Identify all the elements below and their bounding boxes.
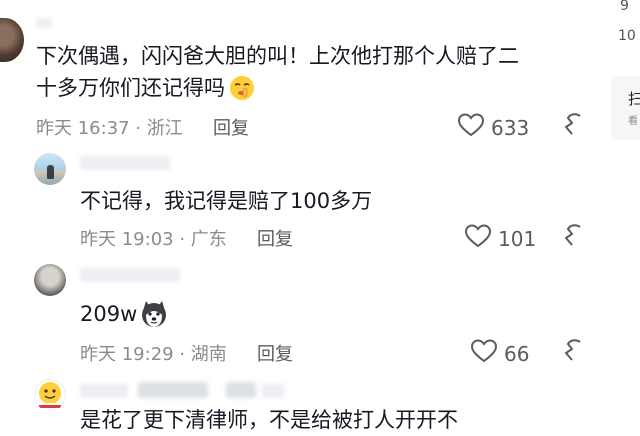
reply-button[interactable]: 回复 [257,225,293,251]
like-count: 633 [491,115,530,140]
username-blurred[interactable] [80,384,128,398]
username-blurred[interactable] [226,382,256,398]
broken-heart-icon [562,113,582,142]
username-blurred[interactable] [36,18,52,28]
dislike-button[interactable] [562,223,582,253]
comment-meta: 昨天 16:37 · 浙江 [36,118,183,139]
like-count: 101 [498,226,537,251]
person-silhouette-icon [47,165,54,179]
like-button[interactable]: 633 [457,112,529,143]
side-panel-sublabel: 看 [628,116,638,127]
broken-heart-icon [562,224,582,253]
dislike-button[interactable] [562,338,582,368]
husky-dog-icon [139,299,169,329]
like-button[interactable]: 101 [464,223,536,254]
heart-icon [457,112,485,143]
reply-button[interactable]: 回复 [213,114,249,140]
dislike-button[interactable] [562,112,582,142]
side-panel[interactable]: 扫 看 [611,76,640,140]
face-with-text-icon [34,379,66,411]
username-blurred[interactable] [138,382,208,398]
comment-text: 不记得，我记得是赔了100多万 [80,189,373,213]
comment-text-line: 下次偶遇，闪闪爸大胆的叫！上次他打那个人赔了二 [36,44,519,68]
shushing-face-icon [229,75,255,101]
avatar[interactable] [34,153,66,185]
heart-icon [470,338,498,369]
comment-text: 下次偶遇，闪闪爸大胆的叫！上次他打那个人赔了二 十多万你们还记得吗 [36,40,596,104]
broken-heart-icon [562,339,582,368]
comment-text: 是花了更下清律师，不是给被打人开开不 [80,408,458,432]
comment-text-line: 十多万你们还记得吗 [36,76,225,100]
comment-text-line: 209w [80,302,138,326]
page-number-9: 9 [620,0,629,14]
like-count: 66 [504,341,530,366]
avatar[interactable] [34,264,66,296]
comment-meta: 昨天 19:29 · 湖南 [80,344,227,365]
reply-button[interactable]: 回复 [257,340,293,366]
avatar[interactable] [34,379,66,411]
comment-meta: 昨天 19:03 · 广东 [80,229,227,250]
side-panel-label: 扫 [628,90,640,108]
username-blurred[interactable] [80,156,170,170]
page-number-10: 10 [618,28,636,44]
comment-text: 209w [80,298,169,330]
avatar[interactable] [0,18,24,62]
username-blurred[interactable] [80,268,180,282]
username-blurred[interactable] [262,384,284,398]
heart-icon [464,223,492,254]
like-button[interactable]: 66 [470,338,529,369]
